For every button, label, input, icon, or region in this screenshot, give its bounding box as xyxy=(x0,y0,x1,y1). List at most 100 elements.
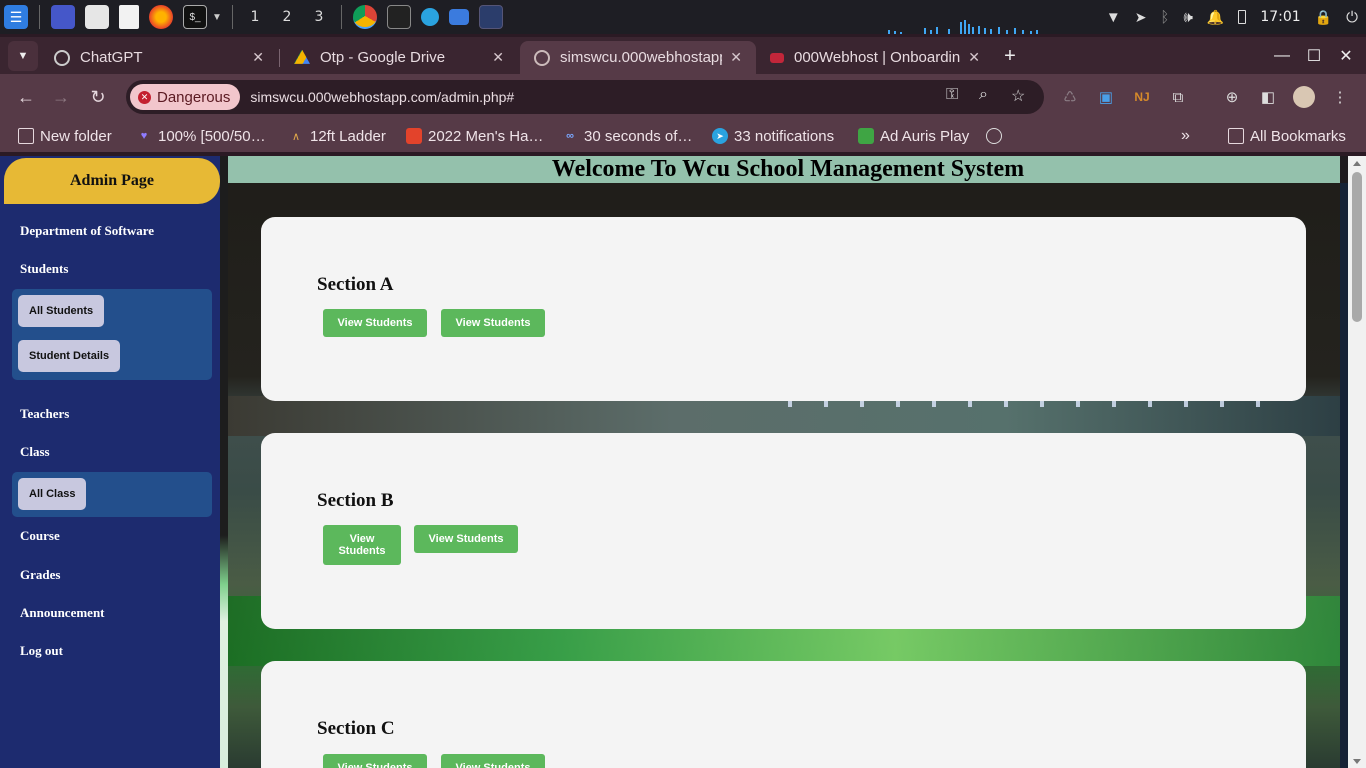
clock[interactable]: 17:01 xyxy=(1260,9,1300,25)
side-panel-icon[interactable]: ◧ xyxy=(1257,86,1279,108)
bookmark-label: 2022 Men's Ha… xyxy=(428,127,544,145)
chevron-down-icon[interactable]: ▼ xyxy=(212,12,222,23)
minimize-icon[interactable]: — xyxy=(1267,41,1297,71)
view-students-button[interactable]: View Students xyxy=(323,525,401,565)
sidebar-title: Admin Page xyxy=(4,158,220,204)
bookmark-100-percent[interactable]: ♥ 100% [500/50… xyxy=(136,125,266,147)
workspace-3[interactable]: 3 xyxy=(303,9,335,25)
window-close-icon[interactable]: ✕ xyxy=(1331,41,1361,71)
scroll-up-arrow-icon[interactable] xyxy=(1353,161,1361,166)
sidebar-item-logout[interactable]: Log out xyxy=(20,643,63,659)
view-students-button[interactable]: View Students xyxy=(323,309,427,337)
folder-icon[interactable] xyxy=(448,9,469,25)
tab-simswcu[interactable]: simswcu.000webhostapp ✕ xyxy=(520,41,756,74)
forward-arrow-icon[interactable]: → xyxy=(46,82,76,112)
tab-search-chevron-icon[interactable]: ▼ xyxy=(8,41,38,71)
section-card-b: Section B View Students View Students xyxy=(261,433,1306,629)
bookmark-30-seconds[interactable]: ∞ 30 seconds of… xyxy=(562,125,692,147)
chrome-icon[interactable] xyxy=(352,5,377,29)
system-monitor-icon[interactable] xyxy=(478,5,503,29)
maximize-icon[interactable]: ☐ xyxy=(1299,41,1329,71)
volume-icon[interactable]: 🕪 xyxy=(1183,9,1192,26)
section-card-a: Section A View Students View Students xyxy=(261,217,1306,401)
folder-icon xyxy=(1228,128,1244,144)
sidebar-item-students[interactable]: Students xyxy=(20,261,68,277)
view-students-button[interactable]: View Students xyxy=(441,754,545,768)
bluetooth-icon[interactable]: ᛒ xyxy=(1160,9,1169,26)
browser-toolbar: ← → ↻ ✕ Dangerous simswcu.000webhostapp.… xyxy=(0,74,1366,120)
chatgpt-icon xyxy=(54,49,70,66)
sidebar-item-course[interactable]: Course xyxy=(20,528,60,544)
nj-extension-icon[interactable]: NJ xyxy=(1131,86,1153,108)
bookmark-star-icon[interactable]: ☆ xyxy=(1011,86,1025,106)
address-bar[interactable]: ✕ Dangerous simswcu.000webhostapp.com/ad… xyxy=(126,80,1044,114)
telegram-icon[interactable] xyxy=(420,8,439,26)
bookmark-ad-auris[interactable]: Ad Auris Play xyxy=(858,125,969,147)
terminal-window-icon[interactable] xyxy=(386,5,411,29)
all-class-button[interactable]: All Class xyxy=(18,478,87,510)
reload-icon[interactable]: ↻ xyxy=(83,82,113,112)
sidebar-item-class[interactable]: Class xyxy=(20,444,50,460)
extensions-puzzle-icon[interactable]: ⧉ xyxy=(1167,86,1189,108)
telegram-tray-icon[interactable]: ➤ xyxy=(1135,9,1147,26)
close-icon[interactable]: ✕ xyxy=(492,49,504,66)
bookmark-new-folder[interactable]: New folder xyxy=(18,125,112,147)
url-text[interactable]: simswcu.000webhostapp.com/admin.php# xyxy=(250,89,514,105)
sidebar-item-department[interactable]: Department of Software xyxy=(20,223,154,239)
scroll-down-arrow-icon[interactable] xyxy=(1353,759,1361,764)
recycle-extension-icon[interactable]: ♺ xyxy=(1059,86,1081,108)
screenshot-extension-icon[interactable]: ▣ xyxy=(1095,86,1117,108)
download-icon[interactable]: ⊕ xyxy=(1221,86,1243,108)
bookmark-label: 30 seconds of… xyxy=(584,127,693,145)
back-arrow-icon[interactable]: ← xyxy=(11,82,41,112)
system-tray: ▼ ➤ ᛒ 🕪 🔔 17:01 🔒 ⏻ xyxy=(1106,0,1358,34)
all-bookmarks-folder[interactable]: All Bookmarks xyxy=(1228,125,1346,147)
taskbar-divider xyxy=(231,5,233,29)
new-tab-icon[interactable]: + xyxy=(995,41,1025,71)
page-scrollbar[interactable] xyxy=(1348,156,1366,768)
view-students-button[interactable]: View Students xyxy=(323,754,427,768)
lock-icon[interactable]: 🔒 xyxy=(1315,9,1332,26)
profile-avatar[interactable] xyxy=(1293,86,1315,108)
bookmark-2022-mens[interactable]: 2022 Men's Ha… xyxy=(406,125,543,147)
terminal-icon[interactable]: $_ xyxy=(183,5,207,29)
scrollbar-thumb[interactable] xyxy=(1352,172,1362,322)
workspace-1[interactable]: 1 xyxy=(239,9,271,25)
tab-chatgpt[interactable]: ChatGPT ✕ xyxy=(40,41,278,74)
bookmark-12ft-ladder[interactable]: ∧ 12ft Ladder xyxy=(288,125,386,147)
tab-google-drive[interactable]: Otp - Google Drive ✕ xyxy=(280,41,518,74)
workspace-2[interactable]: 2 xyxy=(271,9,303,25)
kebab-menu-icon[interactable]: ⋮ xyxy=(1329,86,1351,108)
tab-title: simswcu.000webhostapp xyxy=(560,49,723,66)
sidebar-item-teachers[interactable]: Teachers xyxy=(20,406,69,422)
bookmark-label: 12ft Ladder xyxy=(310,127,386,145)
heart-icon: ♥ xyxy=(140,130,148,142)
view-students-button[interactable]: View Students xyxy=(414,525,518,553)
tab-000webhost[interactable]: 000Webhost | Onboardin ✕ xyxy=(756,41,994,74)
close-icon[interactable]: ✕ xyxy=(968,49,980,66)
desktop-icon[interactable] xyxy=(51,5,75,29)
tab-title: 000Webhost | Onboardin xyxy=(794,49,961,66)
telegram-icon: ➤ xyxy=(712,128,728,144)
notification-bell-icon[interactable]: 🔔 xyxy=(1207,9,1224,26)
security-warning-chip[interactable]: ✕ Dangerous xyxy=(130,84,241,110)
background-lights xyxy=(788,401,1288,407)
power-icon[interactable]: ⏻ xyxy=(1346,9,1358,26)
sidebar-item-grades[interactable]: Grades xyxy=(20,567,60,583)
key-icon[interactable]: ⚿ xyxy=(946,86,958,104)
file-manager-icon[interactable] xyxy=(85,5,109,29)
more-bookmarks-chevron-icon[interactable]: » xyxy=(1181,125,1190,147)
bookmark-33-notifications[interactable]: ➤ 33 notifications xyxy=(712,125,834,147)
bookmark-globe[interactable] xyxy=(986,125,1008,147)
wifi-icon[interactable]: ▼ xyxy=(1106,9,1121,26)
text-editor-icon[interactable] xyxy=(119,5,139,29)
view-students-button[interactable]: View Students xyxy=(441,309,545,337)
student-details-button[interactable]: Student Details xyxy=(18,340,121,372)
close-icon[interactable]: ✕ xyxy=(730,49,742,66)
close-icon[interactable]: ✕ xyxy=(252,49,264,66)
zoom-icon[interactable]: ⌕ xyxy=(979,86,988,104)
firefox-icon[interactable] xyxy=(149,5,173,29)
all-students-button[interactable]: All Students xyxy=(18,295,105,327)
sidebar-item-announcement[interactable]: Announcement xyxy=(20,605,105,621)
app-menu-icon[interactable]: ☰ xyxy=(4,5,28,29)
